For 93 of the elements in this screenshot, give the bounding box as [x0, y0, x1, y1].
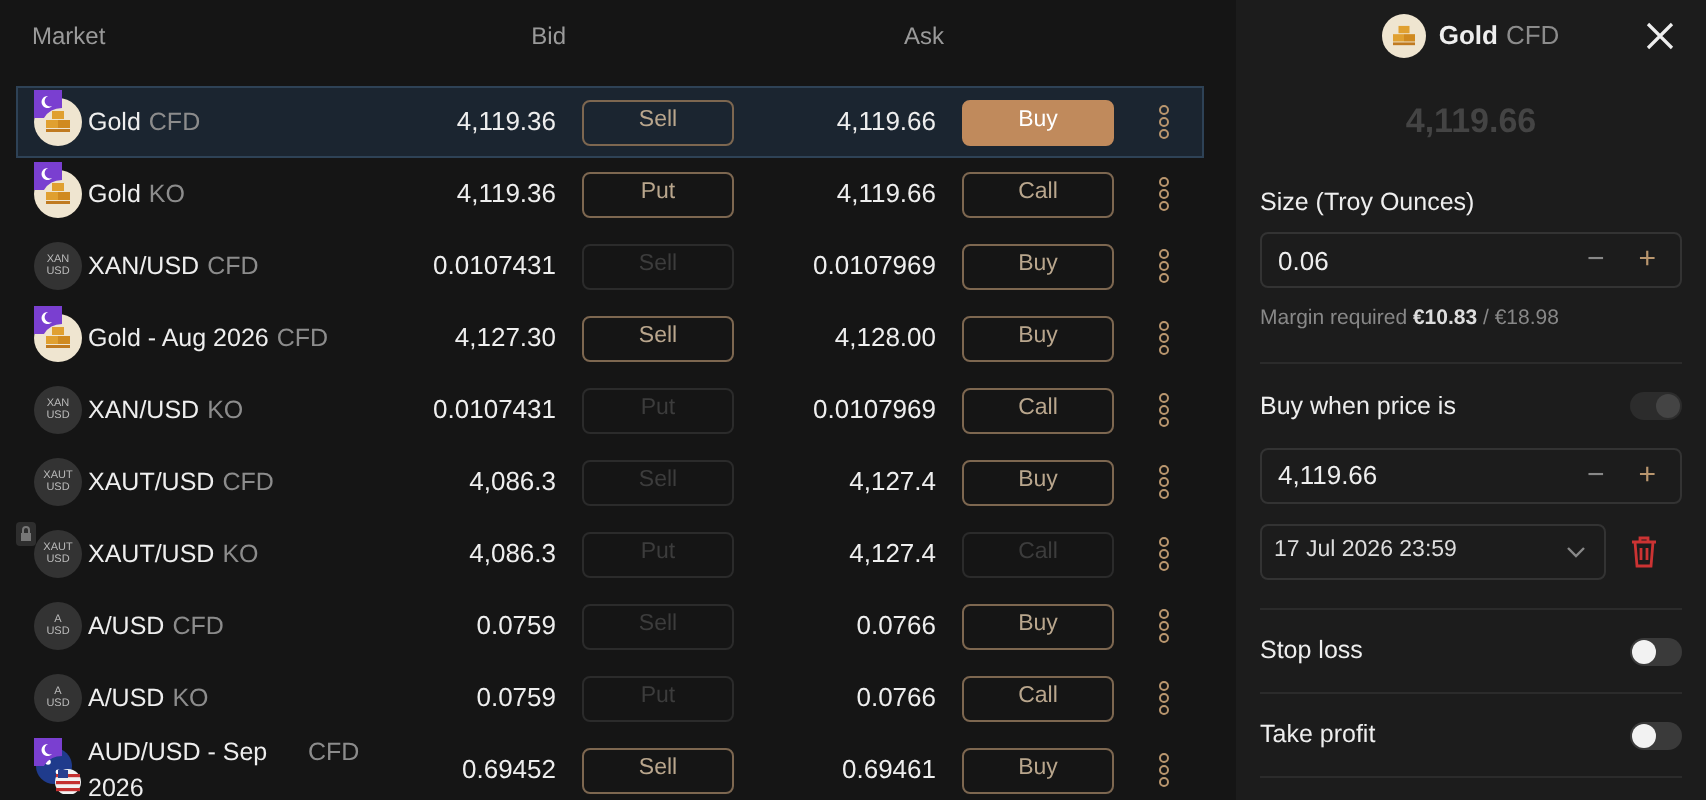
market-name[interactable]: XAN/USD [88, 248, 200, 284]
bullion-icon [1382, 14, 1427, 58]
minus-button[interactable]: − [1586, 453, 1605, 499]
bullion-icon [34, 170, 82, 218]
ask-price: 4,119.66 [834, 176, 936, 213]
ask-price: 4,127.4 [847, 464, 936, 501]
buy-button[interactable]: Buy [962, 315, 1114, 361]
more-options-icon[interactable] [1158, 104, 1170, 140]
flags-icon [34, 746, 82, 794]
market-type: CFD [148, 106, 201, 140]
market-row[interactable]: AUD/USD - Sep 2026 CFD 0.69452 Sell 0.69461 Buy [16, 734, 1204, 800]
size-input[interactable]: 0.06 − + [1260, 232, 1682, 289]
buy-button[interactable]: Buy [962, 243, 1114, 289]
field-label: Size (Troy Ounces) [1260, 185, 1477, 220]
market-row[interactable]: Gold KO 4,119.36 Put 4,119.66 Call [16, 158, 1204, 230]
chevron-down-icon [1566, 546, 1586, 558]
market-type: CFD [276, 322, 329, 356]
market-name[interactable]: Gold [88, 176, 141, 212]
market-name[interactable]: AUD/USD - Sep 2026 [88, 734, 308, 800]
market-name[interactable]: Gold [88, 104, 141, 140]
column-header: Ask [901, 20, 944, 54]
bid-price: 4,127.30 [452, 320, 556, 357]
buy-button[interactable]: Buy [962, 747, 1114, 793]
market-row[interactable]: Gold CFD 4,119.36 Sell 4,119.66 Buy [16, 86, 1204, 158]
plus-button[interactable]: + [1638, 453, 1656, 499]
bullion-icon [34, 98, 82, 146]
buy-button[interactable]: Call [962, 675, 1114, 721]
toggle-switch[interactable] [1630, 637, 1682, 665]
more-options-icon[interactable] [1158, 680, 1170, 716]
market-type: CFD [222, 466, 274, 500]
ask-price: 4,128.00 [832, 320, 936, 357]
ask-price: 4,127.4 [847, 536, 936, 573]
ask-price: 0.0766 [854, 608, 936, 645]
bid-price: 4,086.3 [467, 536, 556, 573]
market-name[interactable]: XAN/USD [88, 392, 200, 428]
ask-price: 0.69461 [840, 752, 936, 789]
bid-price: 0.0107431 [431, 392, 556, 429]
sell-button[interactable]: Sell [582, 99, 734, 145]
more-options-icon[interactable] [1158, 176, 1170, 212]
buy-button[interactable]: Buy [962, 603, 1114, 649]
minus-button[interactable]: − [1586, 238, 1605, 283]
bid-price: 0.0759 [474, 680, 556, 717]
bid-price: 0.0107431 [431, 248, 556, 285]
buy-button[interactable]: Buy [962, 459, 1114, 505]
field-label: Stop loss [1260, 634, 1363, 669]
more-options-icon[interactable] [1158, 392, 1170, 428]
bid-price: 4,119.36 [454, 176, 556, 213]
market-name[interactable]: XAUT/USD [88, 536, 215, 572]
market-name[interactable]: A/USD [88, 608, 165, 644]
more-options-icon[interactable] [1158, 464, 1170, 500]
market-type: KO [222, 538, 259, 572]
more-options-icon[interactable] [1158, 752, 1170, 788]
column-header: Market [32, 20, 108, 54]
trash-icon[interactable] [1630, 536, 1658, 568]
ask-price: 0.0107969 [811, 392, 936, 429]
market-type: KO [207, 394, 244, 428]
market-type: CFD [172, 610, 224, 644]
field-label: Buy when price is [1260, 389, 1456, 424]
market-type: CFD [207, 250, 259, 284]
margin-text: Margin required €10.83 / €18.98 [1260, 304, 1561, 335]
market-type: CFD [308, 736, 360, 770]
more-options-icon[interactable] [1158, 248, 1170, 284]
sell-button[interactable]: Sell [582, 747, 734, 793]
close-icon[interactable] [1646, 22, 1674, 50]
panel-title: Gold [1438, 18, 1498, 55]
bid-price: 4,119.36 [454, 104, 556, 141]
market-type: CFD [1505, 18, 1560, 55]
ask-price: 0.0766 [854, 680, 936, 717]
more-options-icon[interactable] [1158, 536, 1170, 572]
column-header: Bid [529, 20, 566, 54]
price-input[interactable]: 4,119.66 − + [1260, 448, 1682, 504]
market-name[interactable]: XAUT/USD [88, 464, 215, 500]
bid-price: 0.69452 [460, 752, 556, 789]
ask-price: 4,119.66 [834, 104, 936, 141]
market-type: KO [172, 682, 209, 716]
more-options-icon[interactable] [1158, 320, 1170, 356]
ask-price: 0.0107969 [811, 248, 936, 285]
sell-button[interactable]: Put [582, 171, 734, 217]
plus-button[interactable]: + [1638, 238, 1656, 283]
expiry-dropdown[interactable]: 17 Jul 2026 23:59 [1260, 524, 1606, 580]
more-options-icon[interactable] [1158, 608, 1170, 644]
bullion-icon [34, 314, 82, 362]
toggle-switch[interactable] [1630, 721, 1682, 749]
market-name[interactable]: Gold - Aug 2026 [88, 320, 269, 356]
sell-button[interactable]: Sell [582, 315, 734, 361]
field-label: Take profit [1260, 718, 1376, 753]
market-row[interactable]: Gold - Aug 2026 CFD 4,127.30 Sell 4,128.00 Buy [16, 302, 1204, 374]
market-type: KO [148, 178, 185, 212]
bid-price: 4,086.3 [467, 464, 556, 501]
bid-price: 0.0759 [474, 608, 556, 645]
buy-button[interactable]: Call [962, 387, 1114, 433]
market-name[interactable]: A/USD [88, 680, 165, 716]
buy-button[interactable]: Call [962, 171, 1114, 217]
